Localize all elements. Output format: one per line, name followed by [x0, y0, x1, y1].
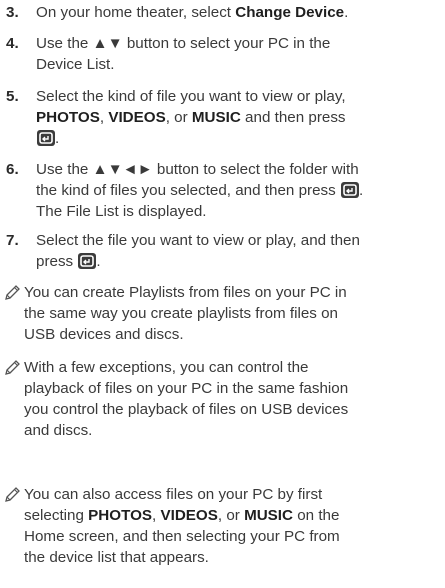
step-text-line: . [36, 128, 434, 149]
menu-item-videos: VIDEOS [108, 109, 166, 126]
note-text-part: , or [217, 507, 245, 524]
step-text-part: press [36, 253, 74, 270]
step-text-part: On your home theater, select [36, 4, 236, 21]
menu-item-photos: PHOTOS [88, 507, 153, 524]
note-text: You can also access files on your PC by … [24, 484, 434, 568]
note-text-line: you control the playback of files on USB… [24, 401, 349, 418]
step-text: Use the ▲▼ button to select your PC in t… [36, 33, 434, 75]
step-text-part: . [55, 130, 60, 147]
pencil-note-icon [5, 360, 20, 375]
step-number: 3. [6, 4, 19, 21]
note-text-line: selecting PHOTOS, VIDEOS, or MUSIC on th… [24, 505, 434, 526]
step-text-line: the kind of files you selected, and then… [36, 180, 434, 201]
step-number: 7. [6, 232, 19, 249]
step-text-line: Select the kind of file you want to view… [36, 88, 346, 105]
instruction-page: 3. On your home theater, select Change D… [0, 0, 445, 588]
step-text-line: Device List. [36, 56, 115, 73]
step-text-line: The File List is displayed. [36, 203, 207, 220]
step-text-line: PHOTOS, VIDEOS, or MUSIC and then press [36, 107, 434, 128]
menu-item-change-device: Change Device [235, 4, 345, 21]
note-text: With a few exceptions, you can control t… [24, 357, 434, 441]
step-text-part: . [358, 182, 364, 199]
step-text: Select the kind of file you want to view… [36, 86, 434, 149]
step-text-line: Use the ▲▼ button to select your PC in t… [36, 35, 331, 52]
enter-button-icon [37, 130, 55, 146]
step-text: Select the file you want to view or play… [36, 230, 434, 272]
note-text: You can create Playlists from files on y… [24, 282, 434, 345]
step-number: 4. [6, 35, 19, 52]
step-text-line: press . [36, 251, 434, 272]
step-number: 6. [6, 161, 19, 178]
pencil-note-icon [5, 487, 20, 502]
menu-item-music: MUSIC [191, 109, 241, 126]
enter-button-icon [340, 182, 359, 198]
note-text-line: You can create Playlists from files on y… [24, 284, 347, 301]
note-text-line: playback of files on your PC in the same… [24, 380, 349, 397]
step-text-part: , or [165, 109, 192, 126]
step-text-part: . [344, 4, 349, 21]
note-text-line: the same way you create playlists from f… [24, 305, 339, 322]
note-text-line: With a few exceptions, you can control t… [24, 359, 309, 376]
step-text-line: Use the ▲▼◄► button to select the folder… [36, 161, 359, 178]
step-text-part: . [96, 253, 101, 270]
note-text-line: the device list that appears. [24, 549, 209, 566]
menu-item-music: MUSIC [244, 507, 293, 524]
step-text-part: the kind of files you selected, and then… [36, 182, 336, 199]
note-text-line: You can also access files on your PC by … [24, 486, 323, 503]
menu-item-videos: VIDEOS [160, 507, 218, 524]
note-text-line: and discs. [24, 422, 93, 439]
note-text-line: Home screen, and then selecting your PC … [24, 528, 340, 545]
menu-item-photos: PHOTOS [36, 109, 100, 126]
step-text-part: and then press [240, 109, 346, 126]
pencil-note-icon [5, 285, 20, 300]
step-text: Use the ▲▼◄► button to select the folder… [36, 159, 434, 222]
enter-button-icon [78, 253, 97, 269]
step-number: 5. [6, 88, 19, 105]
note-text-line: USB devices and discs. [24, 326, 184, 343]
step-text: On your home theater, select Change Devi… [36, 2, 434, 23]
step-text-line: Select the file you want to view or play… [36, 232, 360, 249]
note-text-part: selecting [24, 507, 89, 524]
note-text-part: on the [293, 507, 340, 524]
